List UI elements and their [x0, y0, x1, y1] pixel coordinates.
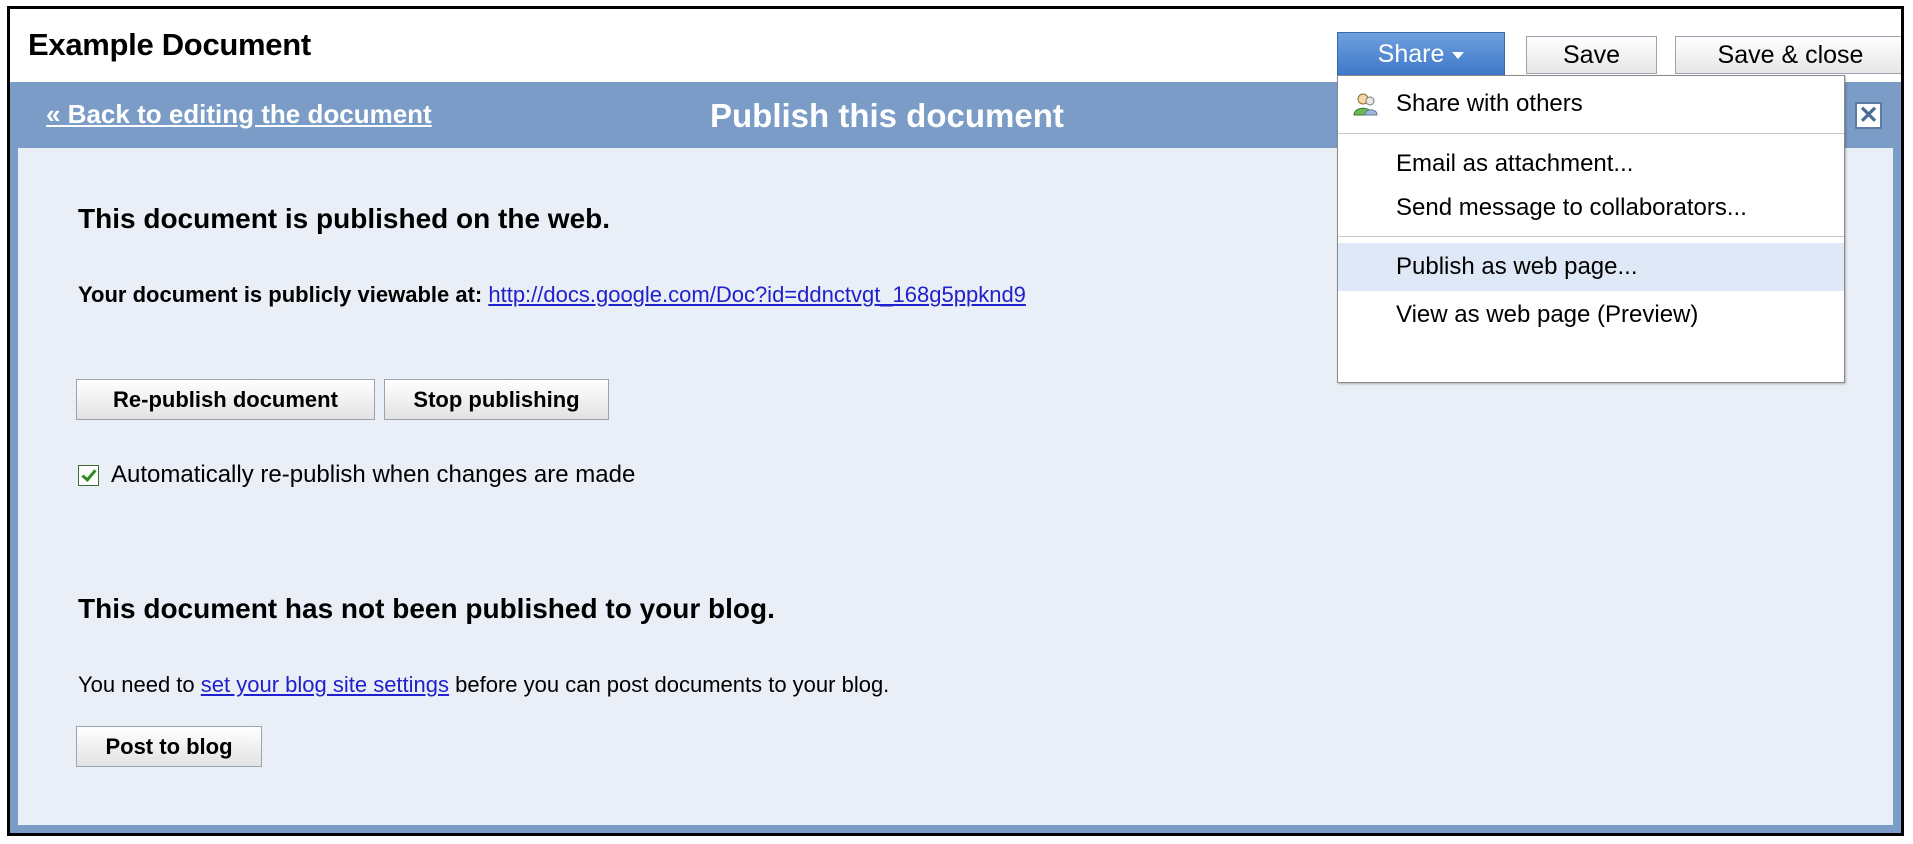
menu-item-label: Email as attachment... [1396, 150, 1634, 177]
stop-publishing-button[interactable]: Stop publishing [384, 379, 609, 420]
auto-republish-checkbox[interactable] [78, 464, 99, 486]
menu-item-send-message[interactable]: Send message to collaborators... [1338, 184, 1844, 232]
menu-item-publish-web-page[interactable]: Publish as web page... [1338, 243, 1844, 291]
back-to-editing-link[interactable]: « Back to editing the document [46, 99, 432, 130]
blog-settings-link[interactable]: set your blog site settings [201, 672, 449, 697]
publish-title: Publish this document [710, 97, 1064, 134]
share-menu: Share with others Email as attachment...… [1337, 75, 1845, 383]
blog-settings-line: You need to set your blog site settings … [78, 672, 889, 698]
post-to-blog-button[interactable]: Post to blog [76, 726, 262, 767]
blog-text-after: before you can post documents to your bl… [455, 672, 890, 697]
viewable-at-line: Your document is publicly viewable at: h… [78, 282, 1026, 308]
auto-republish-label[interactable]: Automatically re-publish when changes ar… [111, 461, 635, 489]
republish-button[interactable]: Re-publish document [76, 379, 375, 420]
blog-text-before: You need to [78, 672, 195, 697]
share-button-label: Share [1377, 39, 1445, 68]
viewable-prefix: Your document is publicly viewable at: [78, 282, 483, 307]
save-and-close-button[interactable]: Save & close [1675, 36, 1901, 74]
document-title: Example Document [28, 27, 311, 62]
people-icon [1353, 93, 1378, 116]
blog-heading: This document has not been published to … [78, 593, 775, 624]
menu-item-label: View as web page (Preview) [1396, 301, 1699, 328]
save-button[interactable]: Save [1526, 36, 1657, 74]
menu-item-email-attachment[interactable]: Email as attachment... [1338, 140, 1844, 188]
menu-item-label: Publish as web page... [1396, 253, 1638, 280]
chevron-down-icon [1452, 51, 1465, 59]
menu-item-label: Send message to collaborators... [1396, 194, 1747, 221]
auto-republish-row: Automatically re-publish when changes ar… [78, 461, 635, 489]
menu-item-label: Share with others [1396, 90, 1583, 117]
menu-item-view-web-page[interactable]: View as web page (Preview) [1338, 291, 1844, 339]
menu-item-share-with-others[interactable]: Share with others [1338, 80, 1844, 128]
document-url-link[interactable]: http://docs.google.com/Doc?id=ddnctvgt_1… [488, 282, 1026, 307]
web-published-heading: This document is published on the web. [78, 203, 611, 234]
app-window: Example Document Share Save Save & close… [7, 6, 1904, 836]
menu-divider [1338, 133, 1844, 134]
top-bar: Example Document Share Save Save & close [10, 9, 1901, 82]
share-button[interactable]: Share [1337, 32, 1505, 75]
menu-divider [1338, 236, 1844, 237]
close-icon[interactable]: ✕ [1855, 102, 1882, 129]
